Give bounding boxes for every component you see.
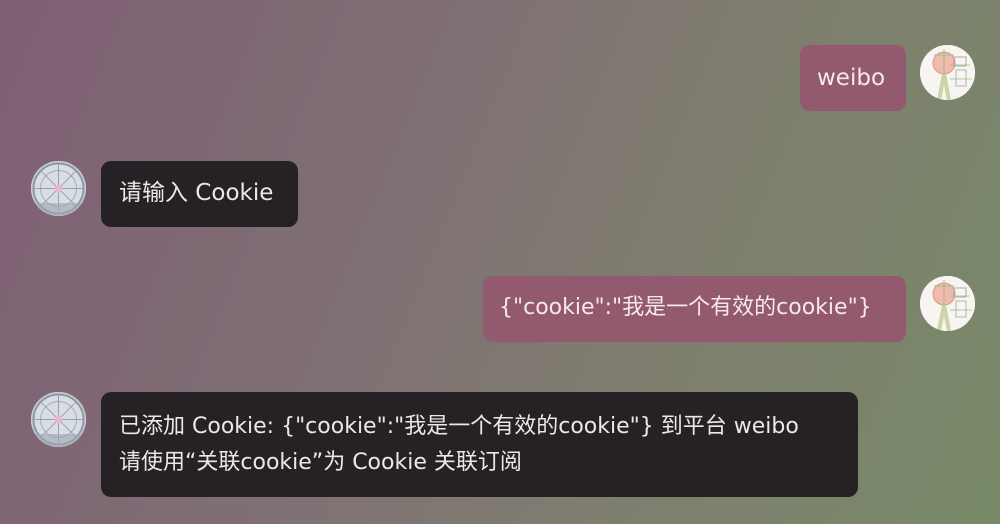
chat-view: weibo 请输入 Cookie {"cookie":"我是一个有效的cooki…	[0, 0, 1000, 524]
user-message: {"cookie":"我是一个有效的cookie"}	[483, 276, 975, 342]
user-avatar-icon[interactable]	[920, 45, 975, 100]
bot-message: 请输入 Cookie	[31, 161, 298, 227]
message-bubble: {"cookie":"我是一个有效的cookie"}	[483, 276, 906, 342]
bot-avatar-icon[interactable]	[31, 161, 86, 216]
user-avatar-icon[interactable]	[920, 276, 975, 331]
bot-message: 已添加 Cookie: {"cookie":"我是一个有效的cookie"} 到…	[31, 392, 858, 497]
message-bubble: 请输入 Cookie	[101, 161, 298, 227]
bot-avatar-icon[interactable]	[31, 392, 86, 447]
message-bubble: 已添加 Cookie: {"cookie":"我是一个有效的cookie"} 到…	[101, 392, 858, 497]
message-bubble: weibo	[800, 45, 906, 111]
user-message: weibo	[800, 45, 975, 111]
